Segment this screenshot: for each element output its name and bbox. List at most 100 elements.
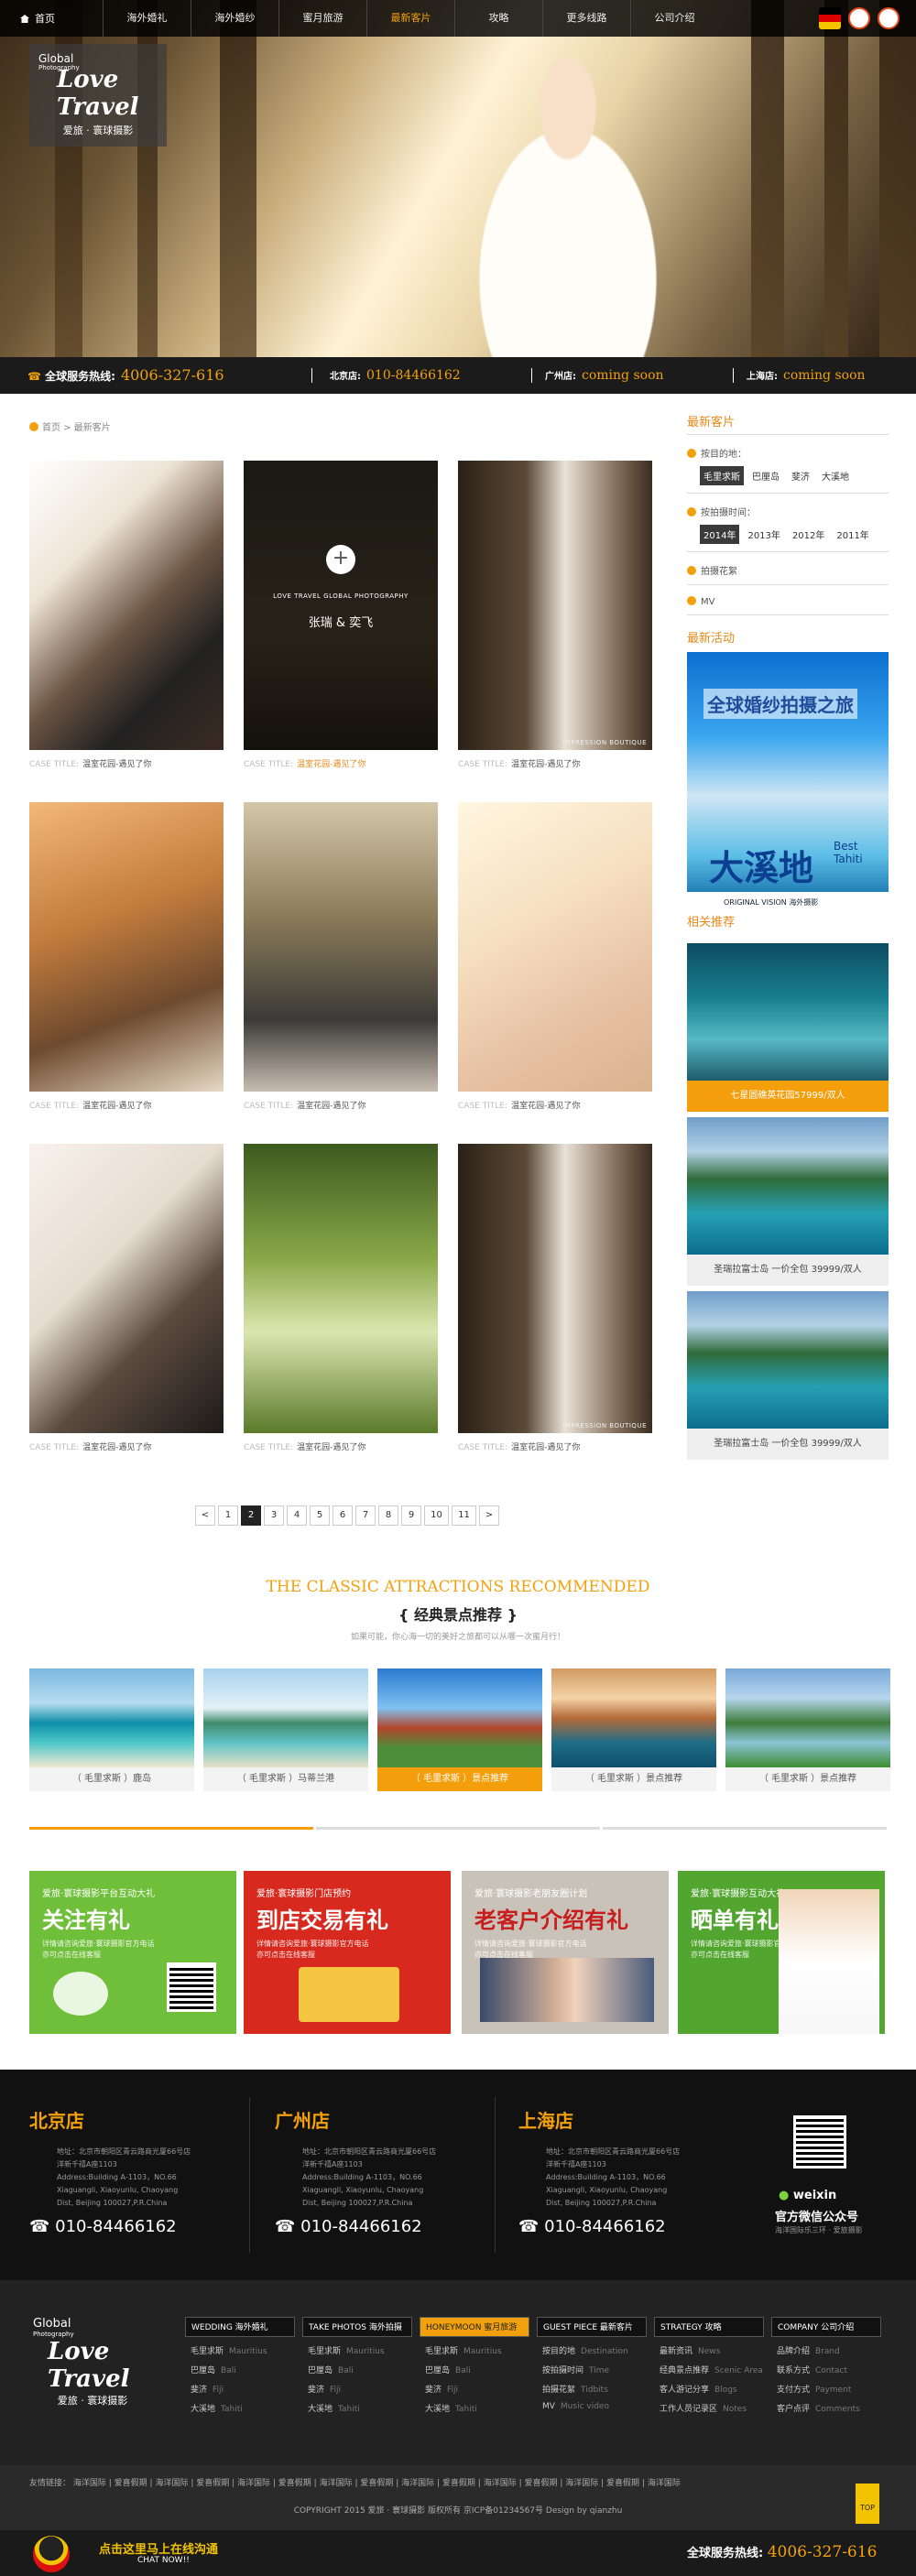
- footer-logo[interactable]: Global Photography Love Travel 爱旅 · 寰球摄影: [33, 2317, 152, 2408]
- nav-item[interactable]: 更多线路: [542, 0, 630, 37]
- case-hover-overlay[interactable]: + LOVE TRAVEL GLOBAL PHOTOGRAPHY 张瑞 & 奕飞: [244, 461, 438, 750]
- case-caption[interactable]: CASE TITLE: 温室花园-遇见了你: [458, 1099, 652, 1111]
- filter-tag-destination[interactable]: 巴厘岛: [748, 466, 783, 485]
- pager-page[interactable]: 9: [401, 1505, 421, 1526]
- footer-nav-link[interactable]: 毛里求斯 Mauritius: [185, 2344, 295, 2356]
- case-photo[interactable]: [244, 1144, 438, 1433]
- nav-item[interactable]: 海外婚纱: [191, 0, 278, 37]
- nav-home[interactable]: 首页: [20, 11, 55, 26]
- nav-item[interactable]: 海外婚礼: [103, 0, 191, 37]
- related-item[interactable]: 七星圆礁英花园57999/双人: [687, 943, 889, 1112]
- footer-nav-link[interactable]: 经典景点推荐 Scenic Area: [654, 2364, 764, 2375]
- attraction-label[interactable]: （ 毛里求斯 ）景点推荐: [551, 1767, 716, 1791]
- case-card[interactable]: CASE TITLE: 温室花园-遇见了你: [29, 802, 224, 1111]
- nav-item[interactable]: 蜜月旅游: [278, 0, 366, 37]
- case-card[interactable]: CASE TITLE: 温室花园-遇见了你: [29, 461, 224, 769]
- friend-link[interactable]: 海洋国际: [73, 2479, 106, 2488]
- filter-tag-destination[interactable]: 毛里求斯: [700, 466, 744, 485]
- case-card[interactable]: CASE TITLE: 温室花园-遇见了你: [244, 1144, 438, 1452]
- pager-prev-button[interactable]: <: [195, 1505, 215, 1526]
- filter-tag-time[interactable]: 2011年: [833, 525, 872, 544]
- footer-nav-link[interactable]: 巴厘岛 Bali: [302, 2364, 412, 2375]
- attraction-label[interactable]: （ 毛里求斯 ）景点推荐: [377, 1767, 542, 1791]
- filter-tag-destination[interactable]: 大溪地: [818, 466, 853, 485]
- case-card[interactable]: CASE TITLE: 温室花园-遇见了你: [29, 1144, 224, 1452]
- case-photo[interactable]: [29, 1144, 224, 1433]
- case-card[interactable]: IMPRESSION BOUTIQUE CASE TITLE: 温室花园-遇见了你: [458, 1144, 652, 1452]
- attraction-card[interactable]: （ 毛里求斯 ）景点推荐: [725, 1668, 890, 1791]
- attraction-label[interactable]: （ 毛里求斯 ）景点推荐: [725, 1767, 890, 1791]
- footer-nav-link[interactable]: 拍摄花絮 Tidbits: [537, 2383, 647, 2395]
- footer-nav-link[interactable]: 毛里求斯 Mauritius: [302, 2344, 412, 2356]
- friend-link[interactable]: 爱喜假期: [278, 2479, 311, 2488]
- footer-nav-link[interactable]: 毛里求斯 Mauritius: [420, 2344, 529, 2356]
- case-card[interactable]: CASE TITLE: 温室花园-遇见了你: [458, 802, 652, 1111]
- case-photo[interactable]: [29, 802, 224, 1092]
- pager-page[interactable]: 6: [333, 1505, 353, 1526]
- pager-page[interactable]: 2: [241, 1505, 261, 1526]
- footer-nav-heading[interactable]: WEDDING 海外婚礼: [185, 2317, 295, 2337]
- related-label[interactable]: 圣瑞拉富士岛 一价全包 39999/双人: [687, 1429, 889, 1460]
- back-to-top-button[interactable]: TOP: [856, 2484, 879, 2524]
- weibo-icon[interactable]: [848, 7, 870, 29]
- plus-icon[interactable]: +: [326, 545, 355, 574]
- breadcrumb-home[interactable]: 首页: [42, 423, 60, 433]
- footer-nav-link[interactable]: 巴厘岛 Bali: [185, 2364, 295, 2375]
- pager-page[interactable]: 1: [218, 1505, 238, 1526]
- footer-nav-link[interactable]: 品牌介绍 Brand: [771, 2344, 881, 2356]
- case-caption[interactable]: CASE TITLE: 温室花园-遇见了你: [244, 1440, 438, 1452]
- footer-nav-link[interactable]: 大溪地 Tahiti: [185, 2402, 295, 2414]
- friend-link[interactable]: 海洋国际: [565, 2479, 598, 2488]
- nav-item[interactable]: 攻略: [454, 0, 542, 37]
- footer-nav-link[interactable]: 客人游记分享 Blogs: [654, 2383, 764, 2395]
- case-caption[interactable]: CASE TITLE: 温室花园-遇见了你: [244, 1099, 438, 1111]
- promo-card[interactable]: 爱旅·寰球摄影平台互动大礼 关注有礼 详情请咨询爱旅·寰球摄影官方电话 亦可点击在线客…: [29, 1871, 236, 2034]
- case-caption[interactable]: CASE TITLE: 温室花园-遇见了你: [458, 757, 652, 769]
- case-card[interactable]: + LOVE TRAVEL GLOBAL PHOTOGRAPHY 张瑞 & 奕飞 CA…: [244, 461, 438, 769]
- carousel-indicator[interactable]: [603, 1827, 887, 1830]
- attraction-label[interactable]: （ 毛里求斯 ）鹿岛: [29, 1767, 194, 1791]
- friend-link[interactable]: 爱喜假期: [360, 2479, 393, 2488]
- pager-page[interactable]: 7: [355, 1505, 376, 1526]
- promo-card[interactable]: 爱旅·寰球摄影门店预约 到店交易有礼 详情请咨询爱旅·寰球摄影官方电话 亦可点击在线客…: [244, 1871, 451, 2034]
- case-photo[interactable]: IMPRESSION BOUTIQUE: [458, 461, 652, 750]
- related-label[interactable]: 圣瑞拉富士岛 一价全包 39999/双人: [687, 1255, 889, 1286]
- related-item[interactable]: 圣瑞拉富士岛 一价全包 39999/双人: [687, 1291, 889, 1460]
- carousel-indicator-active[interactable]: [29, 1827, 313, 1830]
- promo-card[interactable]: 爱旅·寰球摄影互动大礼 晒单有礼 详情请咨询爱旅·寰球摄影官方电话 亦可点击在线客服: [678, 1871, 885, 2034]
- attraction-card[interactable]: （ 毛里求斯 ）马蒂兰港: [203, 1668, 368, 1791]
- language-flag-icon[interactable]: [819, 7, 841, 29]
- case-caption[interactable]: CASE TITLE: 温室花园-遇见了你: [29, 757, 224, 769]
- case-photo[interactable]: [29, 461, 224, 750]
- pager-page[interactable]: 11: [452, 1505, 476, 1526]
- pager-next-button[interactable]: >: [479, 1505, 499, 1526]
- footer-nav-link[interactable]: 斐济 Fiji: [185, 2383, 295, 2395]
- footer-nav-link[interactable]: 巴厘岛 Bali: [420, 2364, 529, 2375]
- case-photo[interactable]: IMPRESSION BOUTIQUE: [458, 1144, 652, 1433]
- wechat-icon[interactable]: [878, 7, 900, 29]
- case-caption[interactable]: CASE TITLE: 温室花园-遇见了你: [29, 1440, 224, 1452]
- footer-nav-heading[interactable]: STRATEGY 攻略: [654, 2317, 764, 2337]
- friend-link[interactable]: 爱喜假期: [196, 2479, 229, 2488]
- attraction-photo[interactable]: [551, 1668, 716, 1767]
- footer-nav-link[interactable]: 工作人员记录区 Notes: [654, 2402, 764, 2414]
- friend-link[interactable]: 海洋国际: [484, 2479, 517, 2488]
- friend-link[interactable]: 海洋国际: [320, 2479, 353, 2488]
- footer-nav-link[interactable]: MV Music video: [537, 2402, 647, 2411]
- footer-nav-heading[interactable]: COMPANY 公司介绍: [771, 2317, 881, 2337]
- friend-link[interactable]: 海洋国际: [401, 2479, 434, 2488]
- promo-card[interactable]: 爱旅·寰球摄影老朋友圈计划 老客户介绍有礼 详情请咨询爱旅·寰球摄影官方电话 亦可点击…: [462, 1871, 669, 2034]
- nav-item[interactable]: 最新客片: [366, 0, 454, 37]
- footer-nav-link[interactable]: 大溪地 Tahiti: [420, 2402, 529, 2414]
- related-photo[interactable]: [687, 1117, 889, 1255]
- case-photo[interactable]: [244, 802, 438, 1092]
- site-logo[interactable]: Global Photography Love Travel 爱旅 · 寰球摄影: [29, 44, 167, 147]
- case-photo[interactable]: + LOVE TRAVEL GLOBAL PHOTOGRAPHY 张瑞 & 奕飞: [244, 461, 438, 750]
- chat-link[interactable]: 点击这里马上在线沟通: [99, 2539, 218, 2557]
- related-label[interactable]: 七星圆礁英花园57999/双人: [687, 1081, 889, 1112]
- case-caption[interactable]: CASE TITLE: 温室花园-遇见了你: [458, 1440, 652, 1452]
- attraction-card[interactable]: （ 毛里求斯 ）景点推荐: [551, 1668, 716, 1791]
- friend-link[interactable]: 爱喜假期: [114, 2479, 147, 2488]
- friend-link[interactable]: 爱喜假期: [524, 2479, 557, 2488]
- footer-nav-link[interactable]: 斐济 Fiji: [302, 2383, 412, 2395]
